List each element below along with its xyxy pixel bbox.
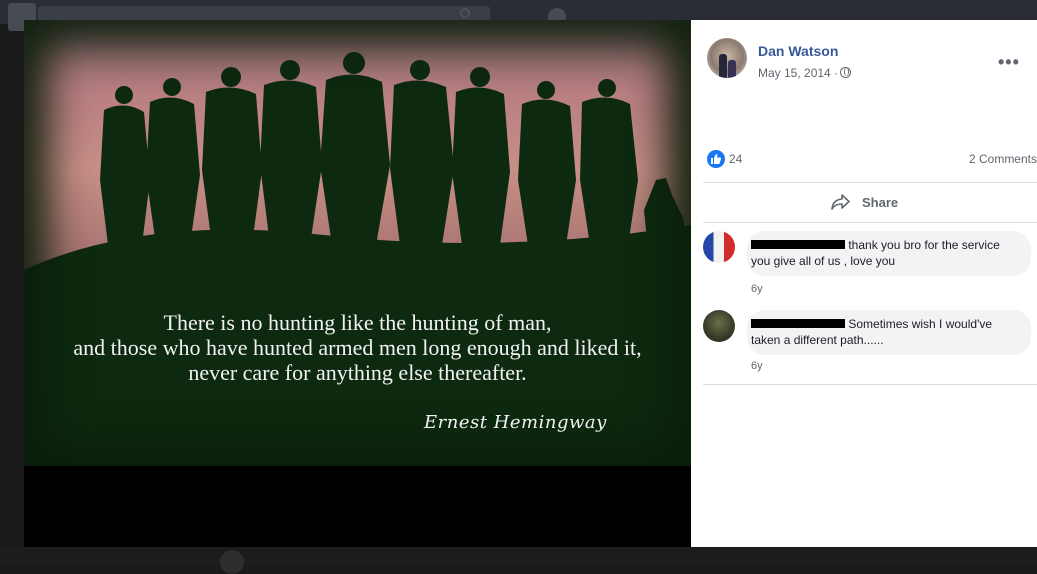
comment-item: thank you bro for the service you give a…: [703, 231, 1037, 301]
quote-line: never care for anything else thereafter.: [188, 360, 527, 385]
quote-line: and those who have hunted armed men long…: [73, 335, 642, 360]
author-avatar[interactable]: [707, 38, 747, 78]
post-details-panel: Dan Watson May 15, 2014 · ••• 24 2 Comme…: [691, 20, 1037, 547]
post-photo[interactable]: There is no hunting like the hunting of …: [24, 20, 691, 466]
comment-bubble: thank you bro for the service you give a…: [747, 231, 1031, 276]
share-label: Share: [862, 195, 899, 210]
comment-item: Sometimes wish I would've taken a differ…: [703, 310, 1037, 380]
more-icon[interactable]: •••: [998, 52, 1020, 73]
photo-viewer: There is no hunting like the hunting of …: [24, 20, 691, 547]
redacted-commenter-name[interactable]: [751, 319, 845, 328]
viewer-bottom-strip: [0, 547, 1037, 574]
commenter-avatar[interactable]: [703, 310, 735, 342]
avatar-figure: [728, 60, 736, 78]
divider: [703, 182, 1037, 183]
commenter-avatar[interactable]: [703, 231, 735, 263]
avatar-figure: [719, 54, 727, 78]
user-avatar: [220, 550, 244, 574]
quote-text: There is no hunting like the hunting of …: [24, 310, 691, 385]
search-icon[interactable]: [460, 8, 470, 18]
quote-attribution: Ernest Hemingway: [424, 412, 607, 433]
redacted-commenter-name[interactable]: [751, 240, 845, 249]
post-header: Dan Watson May 15, 2014 · •••: [691, 20, 1037, 140]
globe-icon: [840, 67, 851, 78]
divider: [703, 222, 1037, 223]
post-timestamp[interactable]: May 15, 2014 ·: [758, 66, 838, 80]
comment-timestamp[interactable]: 6y: [751, 360, 763, 372]
comment-bubble: Sometimes wish I would've taken a differ…: [747, 310, 1031, 355]
quote-line: There is no hunting like the hunting of …: [163, 310, 552, 335]
share-icon: [831, 194, 850, 210]
divider: [703, 384, 1037, 385]
like-icon: [707, 150, 725, 168]
like-count[interactable]: 24: [729, 152, 742, 166]
author-name-link[interactable]: Dan Watson: [758, 43, 838, 59]
comment-timestamp[interactable]: 6y: [751, 283, 763, 295]
photo-vignette: [24, 20, 691, 466]
comments-count-link[interactable]: 2 Comments: [969, 152, 1037, 166]
